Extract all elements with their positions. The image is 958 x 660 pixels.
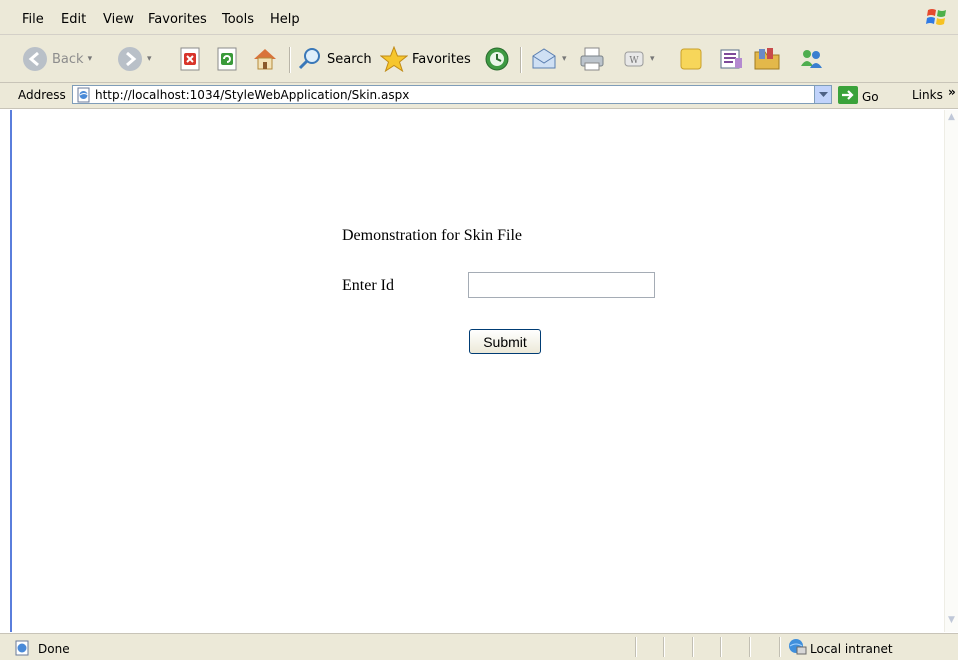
- links-button[interactable]: Links: [912, 88, 943, 102]
- print-icon: [578, 46, 606, 72]
- page-heading: Demonstration for Skin File: [342, 227, 522, 244]
- home-icon: [251, 46, 279, 72]
- status-divider: [635, 637, 637, 657]
- page-content: [10, 110, 947, 632]
- svg-text:W: W: [629, 56, 639, 66]
- history-button[interactable]: [483, 45, 511, 73]
- scroll-down-icon[interactable]: ▼: [945, 615, 958, 630]
- forward-button[interactable]: ▾: [117, 45, 152, 73]
- menu-file[interactable]: File: [22, 12, 44, 27]
- menu-bar: File Edit View Favorites Tools Help: [0, 0, 958, 35]
- edit-dropdown-icon[interactable]: ▾: [650, 54, 655, 64]
- status-divider: [749, 637, 751, 657]
- page-done-icon: [14, 640, 32, 659]
- submit-button[interactable]: Submit: [469, 329, 541, 354]
- toolbar-separator: [289, 47, 291, 73]
- browser-window: File Edit View Favorites Tools Help Back: [0, 0, 958, 660]
- favorites-label: Favorites: [412, 51, 471, 67]
- scroll-up-icon[interactable]: ▲: [945, 112, 958, 127]
- id-input[interactable]: [468, 272, 655, 298]
- discuss-icon: [678, 46, 704, 72]
- toolbar-separator: [520, 47, 522, 73]
- forward-arrow-icon: [117, 46, 143, 72]
- messenger-button[interactable]: [797, 45, 825, 73]
- standard-toolbar: Back ▾ ▾ Search Favorites ▾ W ▾: [0, 35, 958, 83]
- search-button[interactable]: Search: [297, 45, 372, 73]
- intranet-icon: [787, 638, 807, 659]
- mail-icon: [530, 46, 558, 72]
- page-icon: [76, 87, 92, 106]
- go-button[interactable]: Go: [838, 86, 879, 107]
- security-zone-label: Local intranet: [810, 642, 893, 656]
- address-bar: Address http://localhost:1034/StyleWebAp…: [0, 83, 958, 109]
- back-label: Back: [52, 51, 84, 67]
- status-divider: [692, 637, 694, 657]
- discuss-button[interactable]: [678, 45, 704, 73]
- menu-favorites[interactable]: Favorites: [148, 12, 207, 27]
- mail-dropdown-icon[interactable]: ▾: [562, 54, 567, 64]
- refresh-icon: [215, 46, 239, 72]
- address-url[interactable]: http://localhost:1034/StyleWebApplicatio…: [95, 88, 409, 102]
- messenger-icon: [797, 46, 825, 72]
- favorites-button[interactable]: Favorites: [380, 45, 471, 73]
- enter-id-label: Enter Id: [342, 277, 394, 294]
- back-button[interactable]: Back ▾: [22, 45, 92, 73]
- status-divider: [720, 637, 722, 657]
- edit-icon: W: [622, 46, 646, 72]
- stop-button[interactable]: [178, 45, 202, 73]
- vertical-scrollbar[interactable]: ▲ ▼: [944, 110, 958, 632]
- research-icon: [717, 46, 745, 72]
- menu-help[interactable]: Help: [270, 12, 300, 27]
- messenger-folder-icon: [753, 46, 781, 72]
- favorites-star-icon: [380, 46, 408, 72]
- print-button[interactable]: [578, 45, 606, 73]
- status-divider: [663, 637, 665, 657]
- messenger-folder-button[interactable]: [753, 45, 781, 73]
- links-chevron-icon[interactable]: »: [948, 85, 956, 99]
- forward-dropdown-icon[interactable]: ▾: [147, 54, 152, 64]
- history-icon: [483, 46, 511, 72]
- back-arrow-icon: [22, 46, 48, 72]
- windows-logo-icon: [926, 6, 948, 28]
- menu-edit[interactable]: Edit: [61, 12, 86, 27]
- home-button[interactable]: [251, 45, 279, 73]
- search-icon: [297, 46, 323, 72]
- refresh-button[interactable]: [215, 45, 239, 73]
- back-dropdown-icon[interactable]: ▾: [88, 54, 93, 64]
- status-divider: [779, 637, 781, 657]
- menu-view[interactable]: View: [103, 12, 134, 27]
- stop-icon: [178, 46, 202, 72]
- menu-tools[interactable]: Tools: [222, 12, 254, 27]
- address-dropdown-icon[interactable]: [814, 86, 831, 103]
- go-arrow-icon: [838, 86, 858, 107]
- window-left-edge: [0, 110, 10, 632]
- edit-button[interactable]: W ▾: [622, 45, 655, 73]
- status-text: Done: [38, 642, 70, 656]
- go-label: Go: [862, 89, 879, 104]
- status-bar: Done Local intranet: [0, 633, 958, 660]
- search-label: Search: [327, 51, 372, 67]
- address-label: Address: [18, 88, 66, 102]
- mail-button[interactable]: ▾: [530, 45, 567, 73]
- research-button[interactable]: [717, 45, 745, 73]
- address-field[interactable]: http://localhost:1034/StyleWebApplicatio…: [72, 85, 832, 104]
